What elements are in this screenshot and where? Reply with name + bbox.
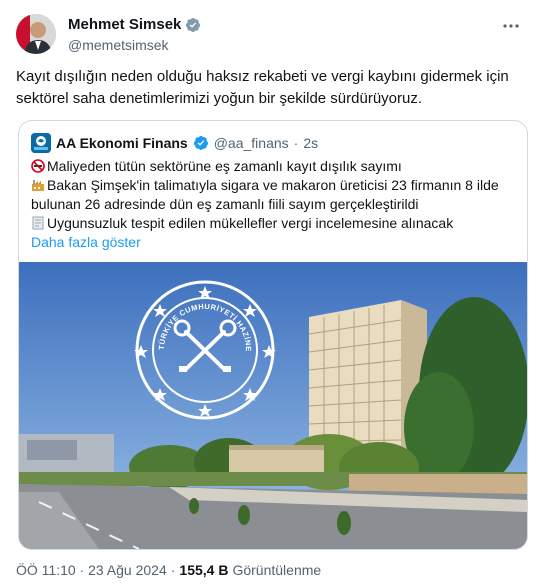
quoted-line: Bakan Şimşek'in talimatıyla sigara ve ma…	[31, 176, 511, 214]
author-avatar[interactable]	[16, 14, 56, 54]
quoted-author-avatar[interactable]	[31, 133, 51, 153]
footer-separator: ·	[170, 562, 176, 578]
views-count: 155,4 B	[179, 562, 229, 578]
header-separator: ·	[293, 135, 299, 151]
quoted-author-name[interactable]: AA Ekonomi Finans	[56, 135, 188, 151]
verified-badge-icon	[185, 17, 201, 33]
quoted-author-handle[interactable]: @aa_finans	[214, 135, 289, 151]
quoted-time[interactable]: 2s	[303, 135, 318, 151]
author-handle[interactable]: @memetsimsek	[68, 37, 169, 53]
author-name-row: Mehmet Simsek	[68, 16, 201, 33]
quoted-tweet[interactable]: AA Ekonomi Finans @aa_finans · 2s Maliye…	[18, 120, 528, 550]
quoted-image[interactable]: TÜRKİYE CUMHURİYETİ HAZİNE VE MALİYE BAK…	[19, 255, 527, 549]
author-name[interactable]: Mehmet Simsek	[68, 16, 181, 33]
quoted-line: Maliyeden tütün sektörüne eş zamanlı kay…	[31, 157, 511, 176]
no-smoking-icon	[31, 159, 45, 173]
tweet-header: Mehmet Simsek @memetsimsek	[16, 14, 521, 58]
document-icon	[31, 216, 45, 230]
tweet-text: Kayıt dışılığın neden olduğu haksız reka…	[16, 68, 509, 107]
more-options-icon[interactable]	[501, 16, 521, 36]
tweet-footer: ÖÖ 11:10 · 23 Ağu 2024 · 155,4 B Görüntü…	[16, 562, 321, 578]
quoted-line-text: Uygunsuzluk tespit edilen mükellefler ve…	[47, 215, 454, 231]
tweet-timestamp[interactable]: ÖÖ 11:10 · 23 Ağu 2024	[16, 562, 167, 578]
verified-badge-icon	[193, 135, 209, 151]
quoted-line: Uygunsuzluk tespit edilen mükellefler ve…	[31, 214, 511, 233]
views-label: Görüntülenme	[232, 562, 322, 578]
quoted-line-text: Maliyeden tütün sektörüne eş zamanlı kay…	[47, 158, 402, 174]
quoted-line-text: Bakan Şimşek'in talimatıyla sigara ve ma…	[31, 177, 499, 212]
factory-icon	[31, 178, 45, 192]
show-more-link[interactable]: Daha fazla göster	[31, 233, 511, 252]
quoted-tweet-header: AA Ekonomi Finans @aa_finans · 2s	[31, 133, 318, 153]
quoted-tweet-body: Maliyeden tütün sektörüne eş zamanlı kay…	[31, 157, 511, 252]
